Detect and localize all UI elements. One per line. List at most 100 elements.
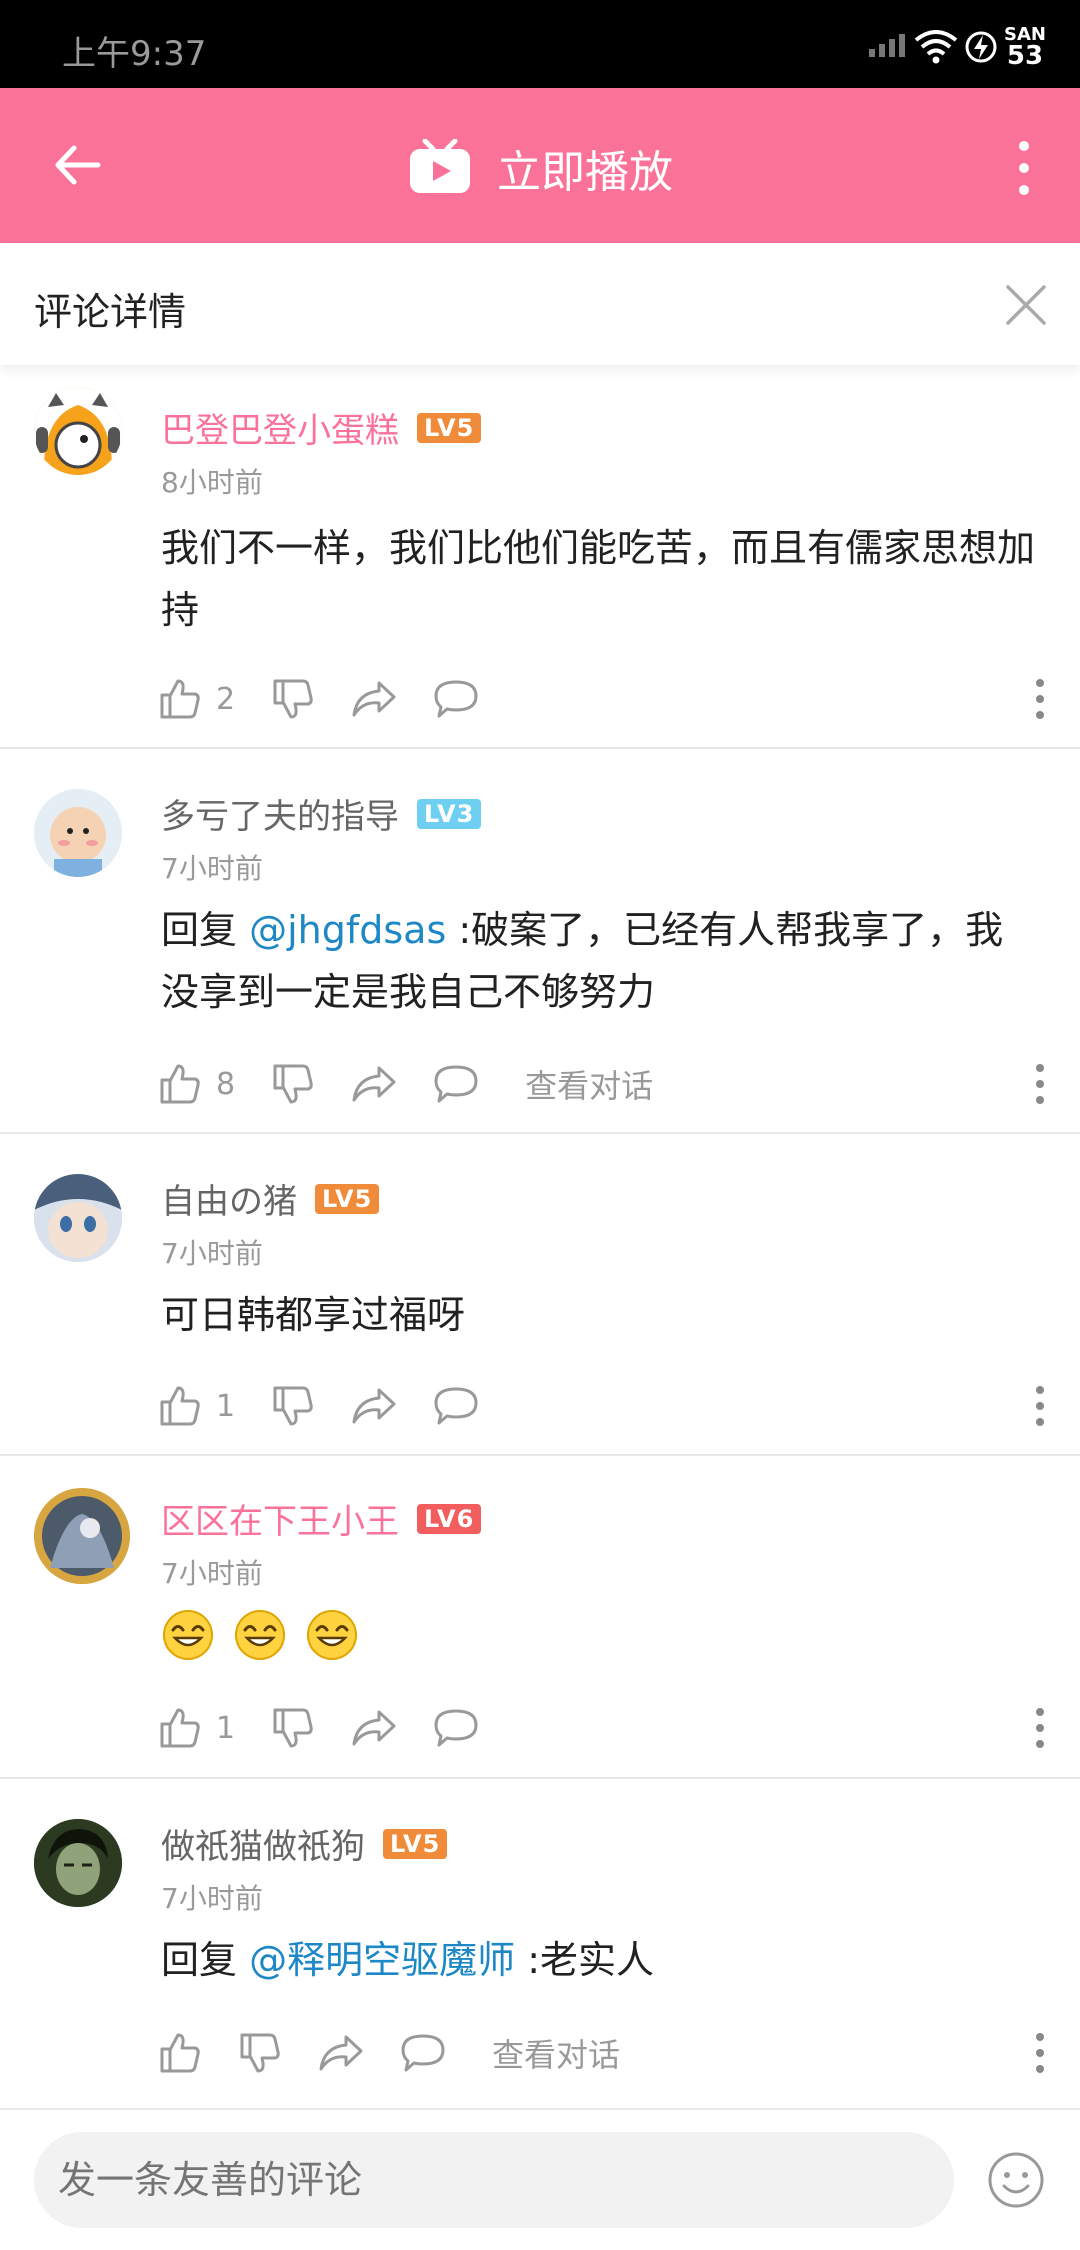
share-button[interactable]	[351, 1708, 397, 1748]
app-bar-title: 立即播放	[497, 147, 673, 198]
comment-text: 我们不一样，我们比他们能吃苦，而且有儒家思想加持	[161, 526, 1036, 632]
share-icon	[319, 2035, 363, 2071]
comment-detail-header: 评论详情	[0, 243, 1080, 365]
comment-item: 多亏了夫的指导 LV3 7小时前 回复 @jhgfdsas :破案了，已经有人帮…	[0, 749, 1080, 1134]
wifi-icon	[914, 30, 958, 64]
share-button[interactable]	[351, 1386, 397, 1426]
comment-more-icon[interactable]	[1034, 1706, 1046, 1750]
avatar[interactable]	[34, 1488, 130, 1584]
mention-link[interactable]: @释明空驱魔师	[249, 1938, 515, 1982]
more-options-icon[interactable]	[1014, 138, 1034, 198]
comment-input[interactable]	[34, 2132, 954, 2228]
username[interactable]: 自由の猪	[161, 1174, 297, 1223]
signal-icon	[869, 34, 905, 57]
thumbs-up-icon	[160, 1386, 200, 1426]
dislike-button[interactable]	[238, 2031, 282, 2075]
comment-item: 做祇猫做祇狗 LV5 7小时前 回复 @释明空驱魔师 :老实人 查看对话	[0, 1779, 1080, 2116]
level-badge: LV3	[417, 798, 482, 829]
thumbs-down-icon	[273, 1708, 313, 1748]
view-conversation-link[interactable]: 查看对话	[525, 1061, 653, 1107]
reply-button[interactable]	[433, 1707, 479, 1749]
battery-level: 53	[1006, 41, 1044, 71]
like-count: 1	[216, 1388, 236, 1424]
comment-compose-bar	[0, 2108, 1080, 2250]
comment-time: 8小时前	[161, 466, 263, 499]
avatar[interactable]	[34, 789, 122, 877]
smile-emoji-icon	[307, 1610, 357, 1660]
smile-emoji-icon	[163, 1610, 213, 1660]
thumbs-up-icon	[160, 2033, 200, 2073]
thumbs-up-icon	[160, 1064, 200, 1104]
comment-bubble-icon	[434, 1709, 478, 1747]
thumbs-up-icon	[160, 679, 200, 719]
avatar[interactable]	[34, 387, 122, 475]
username[interactable]: 多亏了夫的指导	[161, 789, 399, 838]
thumbs-down-icon	[273, 1064, 313, 1104]
mention-link[interactable]: @jhgfdsas	[249, 908, 446, 952]
share-button[interactable]	[351, 679, 397, 719]
play-now-button[interactable]: 立即播放	[0, 136, 1080, 200]
comment-time: 7小时前	[161, 1557, 263, 1590]
view-conversation-link[interactable]: 查看对话	[492, 2030, 620, 2076]
comment-bubble-icon	[434, 680, 478, 718]
reply-button[interactable]	[433, 678, 479, 720]
battery-indicator: SAN 53	[964, 26, 1046, 71]
share-icon	[352, 1710, 396, 1746]
like-count: 2	[216, 681, 236, 717]
avatar[interactable]	[34, 1819, 122, 1907]
comment-time: 7小时前	[161, 852, 263, 885]
smile-emoji-icon	[235, 1610, 285, 1660]
comment-emojis	[161, 1608, 1041, 1662]
share-button[interactable]	[351, 1064, 397, 1104]
reply-prefix: 回复	[161, 908, 250, 952]
app-bar: 立即播放	[0, 88, 1080, 243]
comment-more-icon[interactable]	[1034, 2031, 1046, 2075]
username[interactable]: 区区在下王小王	[161, 1494, 399, 1543]
comment-more-icon[interactable]	[1034, 1384, 1046, 1428]
like-button[interactable]: 8	[158, 1062, 235, 1106]
comment-text: 可日韩都享过福呀	[161, 1293, 466, 1337]
reply-button[interactable]	[433, 1385, 479, 1427]
avatar[interactable]	[34, 1174, 122, 1262]
share-icon	[352, 681, 396, 717]
level-badge: LV5	[383, 1828, 448, 1859]
comment-list: 巴登巴登小蛋糕 LV5 8小时前 我们不一样，我们比他们能吃苦，而且有儒家思想加…	[0, 365, 1080, 2116]
dislike-button[interactable]	[271, 677, 315, 721]
status-bar: 上午9:37 SAN 53	[0, 0, 1080, 88]
comment-time: 7小时前	[161, 1237, 263, 1270]
comment-item: 自由の猪 LV5 7小时前 可日韩都享过福呀 1	[0, 1134, 1080, 1456]
thumbs-down-icon	[240, 2033, 280, 2073]
share-icon	[352, 1066, 396, 1102]
comment-bubble-icon	[434, 1065, 478, 1103]
dislike-button[interactable]	[271, 1706, 315, 1750]
reply-button[interactable]	[400, 2032, 446, 2074]
like-button[interactable]: 1	[158, 1706, 235, 1750]
level-badge: LV5	[417, 412, 482, 443]
thumbs-up-icon	[160, 1708, 200, 1748]
like-count: 1	[216, 1710, 236, 1746]
thumbs-down-icon	[273, 1386, 313, 1426]
like-button[interactable]	[158, 2031, 202, 2075]
close-icon[interactable]	[1004, 283, 1048, 327]
username[interactable]: 做祇猫做祇狗	[161, 1819, 365, 1868]
thumbs-down-icon	[273, 679, 313, 719]
comment-more-icon[interactable]	[1034, 677, 1046, 721]
like-count: 8	[216, 1066, 236, 1102]
emoji-icon[interactable]	[986, 2150, 1046, 2210]
comment-text: 回复 @jhgfdsas :破案了，已经有人帮我享了，我没享到一定是我自己不够努…	[161, 899, 1041, 1023]
comment-body: :老实人	[515, 1938, 654, 1982]
like-button[interactable]: 1	[158, 1384, 235, 1428]
username[interactable]: 巴登巴登小蛋糕	[161, 403, 399, 452]
dislike-button[interactable]	[271, 1384, 315, 1428]
comment-item: 区区在下王小王 LV6 7小时前 1	[0, 1456, 1080, 1779]
dislike-button[interactable]	[271, 1062, 315, 1106]
like-button[interactable]: 2	[158, 677, 235, 721]
comment-item: 巴登巴登小蛋糕 LV5 8小时前 我们不一样，我们比他们能吃苦，而且有儒家思想加…	[0, 365, 1080, 749]
share-button[interactable]	[318, 2033, 364, 2073]
status-time: 上午9:37	[62, 34, 207, 74]
comment-more-icon[interactable]	[1034, 1062, 1046, 1106]
charging-icon	[965, 31, 997, 63]
reply-button[interactable]	[433, 1063, 479, 1105]
share-icon	[352, 1388, 396, 1424]
comment-time: 7小时前	[161, 1882, 263, 1915]
